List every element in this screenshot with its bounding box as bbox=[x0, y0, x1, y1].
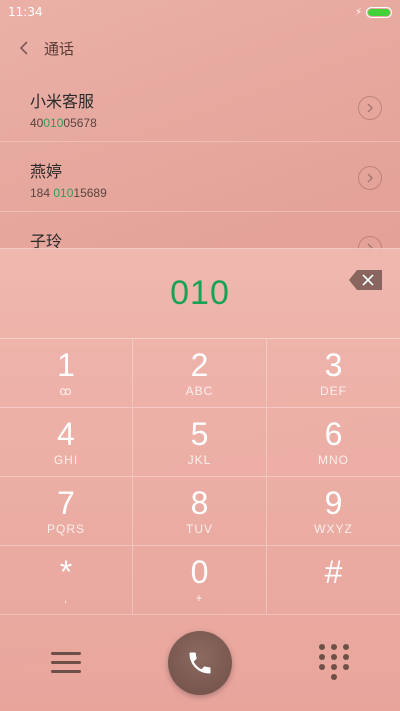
status-indicators: ⚡ bbox=[354, 6, 392, 18]
keypad-toggle-icon[interactable] bbox=[318, 643, 350, 680]
dial-display: 010 bbox=[0, 249, 400, 339]
contact-name: 小米客服 bbox=[30, 92, 95, 111]
chevron-right-icon[interactable] bbox=[358, 96, 382, 120]
dialer-panel: 010 1ꝏ 2 ABC 3 DEF 4 GHI 5 JKL 6 MNO 7 PQRS 8T… bbox=[0, 248, 400, 711]
list-item[interactable]: 小米客服 4001005678 bbox=[0, 72, 400, 142]
key-9[interactable]: 9 WXYZ bbox=[267, 477, 400, 546]
key-3[interactable]: 3 DEF bbox=[267, 339, 400, 408]
key-8[interactable]: 8 TUV bbox=[133, 477, 267, 546]
charging-icon: ⚡ bbox=[354, 6, 362, 18]
status-bar: 11:34 ⚡ bbox=[0, 0, 400, 24]
key-hash[interactable]: # bbox=[267, 546, 400, 615]
bottom-bar bbox=[0, 614, 400, 711]
dial-input[interactable]: 010 bbox=[170, 274, 230, 313]
key-6[interactable]: 6 MNO bbox=[267, 408, 400, 477]
back-icon[interactable] bbox=[14, 38, 34, 58]
key-star[interactable]: *, bbox=[0, 546, 133, 615]
key-5[interactable]: 5 JKL bbox=[133, 408, 267, 477]
list-item[interactable]: 燕婷 184 01015689 bbox=[0, 142, 400, 212]
page-title: 通话 bbox=[44, 39, 75, 58]
contact-number: 184 01015689 bbox=[30, 186, 107, 200]
key-7[interactable]: 7 PQRS bbox=[0, 477, 133, 546]
menu-icon[interactable] bbox=[50, 647, 82, 679]
keypad: 1ꝏ 2 ABC 3 DEF 4 GHI 5 JKL 6 MNO 7 PQRS 8 TUV 9… bbox=[0, 339, 400, 615]
key-2[interactable]: 2 ABC bbox=[133, 339, 267, 408]
contact-number: 4001005678 bbox=[30, 116, 97, 130]
status-time: 11:34 bbox=[8, 5, 43, 19]
key-4[interactable]: 4 GHI bbox=[0, 408, 133, 477]
voicemail-icon: ꝏ bbox=[59, 384, 73, 398]
battery-icon bbox=[366, 6, 392, 18]
call-button[interactable] bbox=[168, 630, 232, 695]
chevron-right-icon[interactable] bbox=[358, 166, 382, 190]
key-1[interactable]: 1ꝏ bbox=[0, 339, 133, 408]
contact-name: 燕婷 bbox=[30, 162, 63, 181]
phone-icon bbox=[189, 652, 211, 673]
backspace-icon[interactable] bbox=[348, 269, 384, 291]
key-0[interactable]: 0 + bbox=[133, 546, 267, 615]
header: 通话 bbox=[0, 28, 400, 68]
